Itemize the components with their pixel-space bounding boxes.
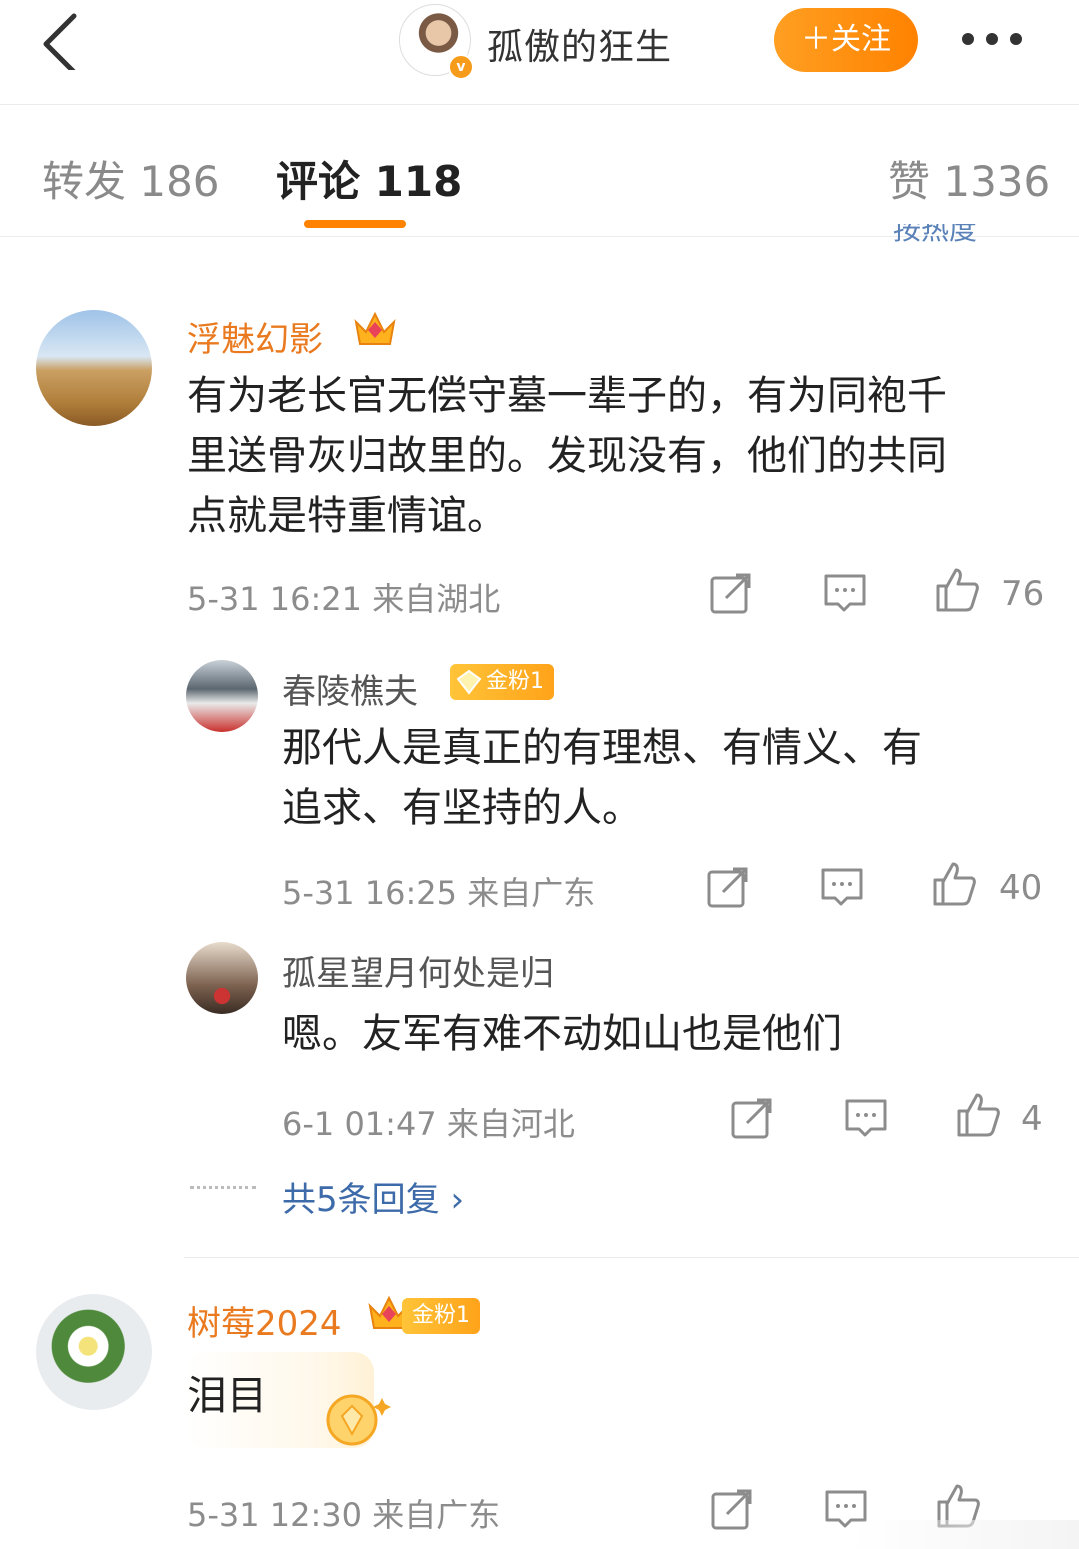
fan-badge: 金粉1 [450, 664, 554, 700]
reply-meta: 5-31 16:25 来自广东 [282, 874, 596, 912]
repost-icon[interactable] [729, 1095, 775, 1141]
chevron-left-icon[interactable] [34, 10, 94, 70]
tab-comments[interactable]: 评论 118 [276, 148, 462, 209]
crown-icon [354, 311, 396, 345]
sort-toggle[interactable]: 按热度 [893, 224, 1043, 244]
avatar[interactable] [36, 310, 152, 426]
follow-button[interactable]: ＋关注 [774, 8, 918, 72]
comment-meta: 5-31 16:21 来自湖北 [187, 580, 501, 618]
reply-meta: 6-1 01:47 来自河北 [282, 1105, 575, 1143]
watermark-overlay [850, 1520, 1079, 1549]
like-count: 4 [1021, 1099, 1043, 1139]
comment-meta: 5-31 12:30 来自广东 [187, 1496, 501, 1534]
like-icon[interactable] [955, 1091, 1001, 1137]
like-count: 40 [999, 868, 1043, 908]
comment-text: 泪目 [187, 1373, 267, 1419]
repost-icon[interactable] [709, 1486, 755, 1532]
avatar[interactable] [36, 1294, 152, 1410]
repost-icon[interactable] [708, 570, 754, 616]
more-dots-icon[interactable] [962, 30, 1034, 50]
comment-icon[interactable] [819, 864, 865, 910]
gem-icon [456, 669, 482, 695]
avatar[interactable] [186, 942, 258, 1014]
more-replies-link[interactable]: 共5条回复 › [282, 1172, 464, 1221]
avatar[interactable] [186, 660, 258, 732]
like-count: 76 [1001, 574, 1045, 614]
fan-badge: 金粉1 [402, 1298, 480, 1334]
medal-icon [326, 1394, 391, 1446]
reply-text: 那代人是真正的有理想、有情义、有 追求、有坚持的人。 [282, 725, 922, 831]
comment-user-name[interactable]: 树莓2024 [187, 1296, 342, 1345]
reply-text: 嗯。友军有难不动如山也是他们 [282, 1011, 842, 1057]
like-icon[interactable] [934, 566, 980, 612]
comment-divider [184, 1257, 1079, 1258]
active-tab-indicator [304, 220, 406, 228]
reply-user-name[interactable]: 春陵樵夫 [282, 664, 418, 713]
sort-label: 按热度 [893, 224, 978, 244]
tab-reposts[interactable]: 转发 186 [42, 148, 220, 209]
comment-icon[interactable] [822, 570, 868, 616]
replies-connector [190, 1186, 256, 1193]
comment-user-name[interactable]: 浮魅幻影 [187, 312, 323, 361]
comment-icon[interactable] [843, 1095, 889, 1141]
reply-user-name[interactable]: 孤星望月何处是归 [282, 946, 554, 995]
tab-likes[interactable]: 赞 1336 [888, 148, 1050, 209]
comment-text: 有为老长官无偿守墓一辈子的，有为同袍千 里送骨灰归故里的。发现没有，他们的共同 … [187, 373, 947, 539]
like-icon[interactable] [931, 860, 977, 906]
author-name[interactable]: 孤傲的狂生 [487, 18, 672, 70]
repost-icon[interactable] [705, 864, 751, 910]
verified-icon: v [448, 54, 474, 80]
